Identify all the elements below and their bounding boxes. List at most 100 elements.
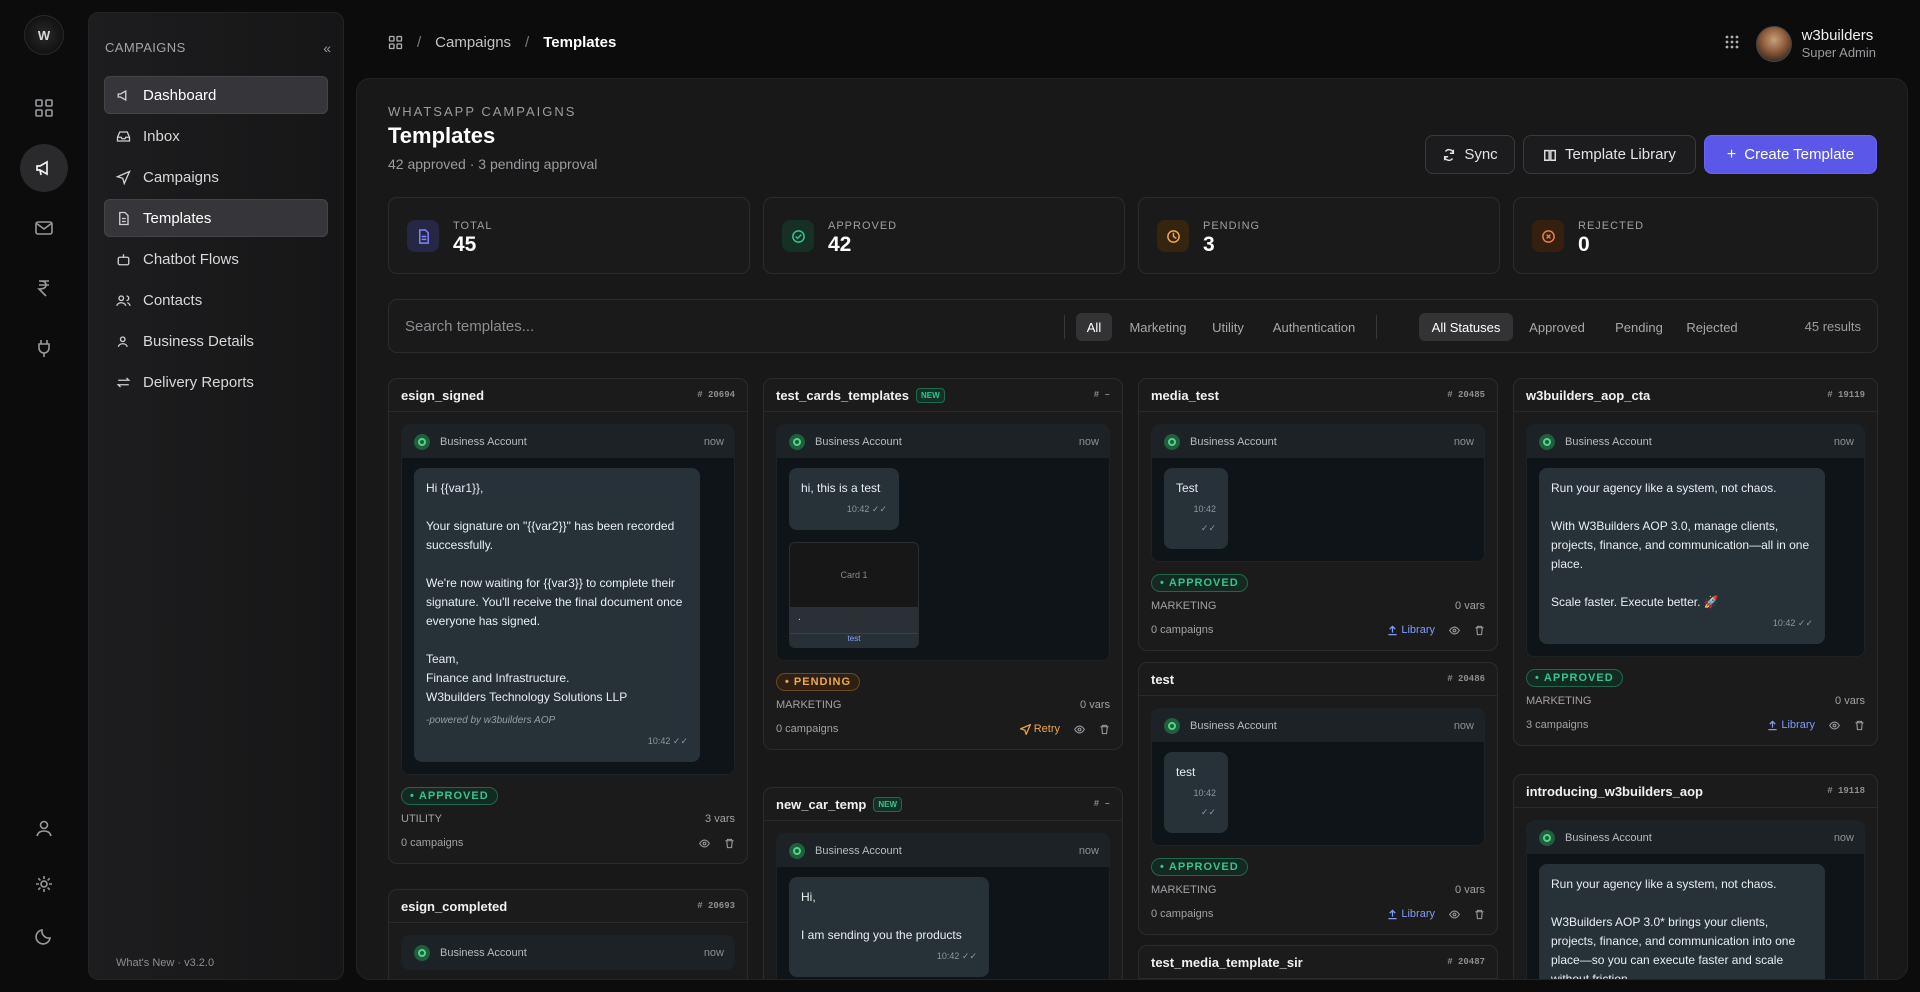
template-card[interactable]: esign_signed # 20694 Business Account now …	[388, 378, 748, 864]
preview-time: now	[703, 436, 724, 448]
grid-icon[interactable]	[20, 84, 68, 132]
sidebar-item-label: Inbox	[143, 127, 180, 145]
filter-pending[interactable]: Pending	[1607, 313, 1671, 341]
template-card[interactable]: test_cards_templates NEW # – Business Acco…	[763, 378, 1123, 750]
rupee-icon[interactable]	[20, 264, 68, 312]
app-logo[interactable]: W	[24, 15, 64, 55]
trash-icon[interactable]	[724, 838, 735, 849]
template-id: # 20487	[1447, 957, 1485, 967]
preview-time: now	[1833, 436, 1854, 448]
inbox-icon	[116, 130, 131, 142]
message-line: We're now waiting for {{var3}} to comple…	[426, 576, 683, 628]
whatsapp-preview: Business Account now Hi {{var1}}, Your si…	[401, 424, 735, 775]
eye-icon[interactable]	[1829, 720, 1840, 731]
library-button[interactable]: Library	[1767, 719, 1815, 731]
template-vars: 0 vars	[1455, 884, 1485, 896]
eye-icon[interactable]	[1449, 625, 1460, 636]
filter-all[interactable]: All	[1076, 313, 1112, 341]
filter-marketing[interactable]: Marketing	[1119, 313, 1197, 341]
filter-utility[interactable]: Utility	[1200, 313, 1256, 341]
sidebar-item-contacts[interactable]: Contacts	[104, 281, 328, 319]
eye-icon[interactable]	[1074, 724, 1085, 735]
preview-time: now	[1078, 436, 1099, 448]
stat-value: 3	[1203, 233, 1215, 256]
message-line	[1551, 574, 1813, 593]
version-link[interactable]: What's New · v3.2.0	[116, 957, 214, 969]
moon-icon[interactable]	[20, 912, 68, 960]
sidebar-item-dashboard[interactable]: Dashboard	[104, 76, 328, 114]
message-line: With W3Builders AOP 3.0, manage clients,…	[1551, 519, 1810, 571]
sidebar: CAMPAIGNS « Dashboard Inbox Campaigns Te…	[88, 12, 344, 980]
filter-all-statuses[interactable]: All Statuses	[1419, 313, 1513, 341]
library-button[interactable]: Library	[1387, 908, 1435, 920]
template-card[interactable]: esign_completed # 20693 Business Account n…	[388, 889, 748, 979]
eye-icon[interactable]	[699, 838, 710, 849]
trash-icon[interactable]	[1854, 720, 1865, 731]
sidebar-item-templates[interactable]: Templates	[104, 199, 328, 237]
template-card[interactable]: w3builders_aop_cta # 19119 Business Accou…	[1513, 378, 1878, 746]
library-button[interactable]: Library	[1387, 624, 1435, 636]
sidebar-item-inbox[interactable]: Inbox	[104, 117, 328, 155]
plug-icon[interactable]	[20, 324, 68, 372]
template-vars: 0 vars	[1455, 600, 1485, 612]
sidebar-item-label: Delivery Reports	[143, 373, 254, 391]
breadcrumb-root[interactable]: Campaigns	[435, 34, 511, 51]
preview-time: now	[1453, 720, 1474, 732]
topbar: / Campaigns / Templates w3builders Super…	[356, 0, 1920, 86]
message-line: Hi {{var1}},	[426, 481, 484, 495]
message-line: Run your agency like a system, not chaos…	[1551, 481, 1777, 495]
message-line: Hi,	[801, 890, 816, 904]
create-template-button[interactable]: + Create Template	[1704, 135, 1877, 174]
whatsapp-icon	[1539, 433, 1555, 450]
template-name: esign_completed	[401, 898, 508, 914]
page-subtitle: 42 approved · 3 pending approval	[388, 156, 598, 172]
retry-button[interactable]: Retry	[1019, 723, 1060, 735]
stat-rejected: REJECTED 0	[1513, 197, 1878, 274]
sidebar-item-label: Contacts	[143, 291, 203, 309]
home-grid-icon[interactable]	[388, 35, 403, 50]
whatsapp-preview: Business Account now test 10:42 ✓✓	[1151, 708, 1485, 846]
sidebar-item-campaigns[interactable]: Campaigns	[104, 158, 328, 196]
trash-icon[interactable]	[1474, 625, 1485, 636]
trash-icon[interactable]	[1099, 724, 1110, 735]
carousel-button[interactable]: test	[790, 633, 918, 647]
campaign-count: 0 campaigns	[1151, 624, 1214, 636]
sidebar-item-chatbot-flows[interactable]: Chatbot Flows	[104, 240, 328, 278]
template-category: MARKETING	[1151, 884, 1217, 896]
apps-grid-icon[interactable]	[1724, 34, 1740, 55]
campaign-count: 0 campaigns	[401, 837, 464, 849]
user-menu[interactable]: w3builders Super Admin	[1755, 26, 1876, 62]
sidebar-item-delivery-reports[interactable]: Delivery Reports	[104, 363, 328, 401]
message-bubble: Run your agency like a system, not chaos…	[1539, 864, 1825, 979]
send-icon	[116, 169, 131, 185]
stat-total: TOTAL 45	[388, 197, 750, 274]
message-line: Team,	[426, 652, 459, 666]
filter-authentication[interactable]: Authentication	[1259, 313, 1369, 341]
message-bubble: Test 10:42 ✓✓	[1164, 468, 1228, 549]
template-card[interactable]: media_test # 20485 Business Account now Te…	[1138, 378, 1498, 651]
sidebar-item-label: Campaigns	[143, 168, 219, 186]
message-time: 10:42 ✓✓	[936, 951, 977, 961]
profile-icon[interactable]	[20, 804, 68, 852]
search-input[interactable]: Search templates...	[405, 318, 534, 335]
sidebar-item-label: Business Details	[143, 332, 254, 350]
template-card[interactable]: introducing_w3builders_aop # 19118 Busine…	[1513, 774, 1878, 979]
collapse-icon[interactable]: «	[323, 40, 331, 56]
template-library-button[interactable]: Template Library	[1523, 135, 1696, 174]
template-card[interactable]: test_media_template_sir # 20487	[1138, 945, 1498, 979]
template-card[interactable]: test # 20486 Business Account now test 10:…	[1138, 662, 1498, 935]
megaphone-icon[interactable]	[20, 144, 68, 192]
sidebar-item-business-details[interactable]: Business Details	[104, 322, 328, 360]
template-name: test	[1151, 671, 1175, 687]
template-card[interactable]: new_car_temp NEW # – Business Account now H…	[763, 787, 1123, 979]
sync-button[interactable]: Sync	[1425, 135, 1515, 174]
filter-approved[interactable]: Approved	[1519, 313, 1595, 341]
eye-icon[interactable]	[1449, 909, 1460, 920]
settings-icon[interactable]	[20, 860, 68, 908]
filter-rejected[interactable]: Rejected	[1679, 313, 1745, 341]
campaign-count: 3 campaigns	[1526, 719, 1589, 731]
message-time: 10:42 ✓✓	[846, 504, 887, 514]
trash-icon[interactable]	[1474, 909, 1485, 920]
message-line	[426, 555, 688, 574]
mail-icon[interactable]	[20, 204, 68, 252]
